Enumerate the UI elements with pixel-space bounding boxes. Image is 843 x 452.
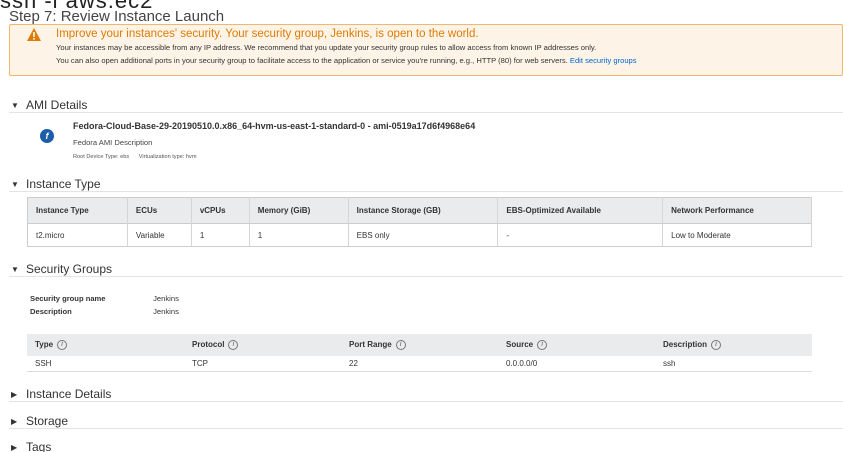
table-cell: ssh [655, 356, 812, 372]
table-cell: - [497, 223, 664, 247]
table-cell: 0.0.0.0/0 [498, 356, 655, 372]
fedora-logo-icon: f [40, 129, 54, 143]
table-cell: Variable [127, 223, 192, 247]
security-warning-box: Improve your instances' security. Your s… [9, 24, 843, 76]
column-header: ECUs [127, 197, 192, 224]
warning-line-2-text: You can also open additional ports in yo… [56, 56, 568, 65]
section-tags[interactable]: ▶ Tags [11, 440, 51, 452]
table-header-row: Type i Protocol i Port Range i Source i Desc… [27, 334, 812, 356]
expand-triangle-icon: ▶ [11, 442, 18, 452]
section-divider [9, 401, 843, 402]
ami-root-device: Root Device Type: ebs [73, 154, 130, 160]
security-group-description-value: Jenkins [153, 307, 179, 316]
table-cell: 22 [341, 356, 498, 372]
security-group-name-row: Security group name Jenkins [30, 294, 179, 303]
info-icon[interactable]: i [395, 340, 406, 350]
column-header: Network Performance [662, 197, 812, 224]
security-group-description-row: Description Jenkins [30, 307, 179, 316]
section-divider [9, 191, 843, 192]
expand-triangle-icon: ▶ [11, 416, 18, 426]
section-divider [9, 112, 843, 113]
section-instance-type-label: Instance Type [26, 177, 101, 191]
table-row: SSH TCP 22 0.0.0.0/0 ssh [27, 356, 812, 372]
table-header-row: Instance Type ECUs vCPUs Memory (GiB) In… [27, 197, 812, 224]
column-header: Description i [655, 334, 812, 356]
collapse-triangle-icon: ▼ [11, 179, 19, 189]
edit-security-groups-link[interactable]: Edit security groups [570, 56, 637, 65]
ami-name: Fedora-Cloud-Base-29-20190510.0.x86_64-h… [73, 121, 476, 131]
table-cell: Low to Moderate [662, 223, 812, 247]
column-header: Port Range i [341, 334, 498, 356]
table-cell: 1 [191, 223, 250, 247]
section-instance-details-label: Instance Details [26, 387, 112, 401]
section-instance-details[interactable]: ▶ Instance Details [11, 387, 111, 401]
info-icon[interactable]: i [711, 340, 722, 350]
column-header: vCPUs [191, 197, 250, 224]
table-cell: TCP [184, 356, 341, 372]
info-icon[interactable]: i [57, 340, 68, 350]
section-storage-label: Storage [26, 414, 69, 428]
security-group-name-value: Jenkins [153, 294, 179, 303]
info-icon[interactable]: i [228, 340, 239, 350]
ami-description: Fedora AMI Description [73, 138, 153, 147]
section-divider [9, 276, 843, 277]
section-divider [9, 428, 843, 429]
warning-title: Improve your instances' security. Your s… [56, 28, 479, 40]
column-header: Type i [27, 334, 184, 356]
ami-virtualization: Virtualization type: hvm [138, 154, 197, 160]
column-header: Instance Storage (GB) [348, 197, 499, 224]
instance-type-table: Instance Type ECUs vCPUs Memory (GiB) In… [27, 197, 812, 247]
column-header: Protocol i [184, 334, 341, 356]
column-header: Memory (GiB) [249, 197, 349, 224]
expand-triangle-icon: ▶ [11, 389, 18, 399]
section-security-groups[interactable]: ▼ Security Groups [11, 262, 112, 276]
table-row: t2.micro Variable 1 1 EBS only - Low to … [27, 223, 812, 247]
table-cell: EBS only [348, 223, 499, 247]
section-tags-label: Tags [26, 440, 52, 452]
page-title: Step 7: Review Instance Launch [9, 8, 225, 25]
section-ami-details-label: AMI Details [26, 98, 88, 112]
ami-meta: Root Device Type: ebs Virtualization typ… [73, 154, 204, 160]
column-header: Source i [498, 334, 655, 356]
section-security-groups-label: Security Groups [26, 262, 113, 276]
table-cell: t2.micro [27, 223, 128, 247]
section-instance-type[interactable]: ▼ Instance Type [11, 177, 101, 191]
column-header: EBS-Optimized Available [497, 197, 664, 224]
warning-icon [27, 28, 41, 41]
table-cell: 1 [249, 223, 349, 247]
security-group-name-label: Security group name [30, 294, 106, 303]
security-rules-table: Type i Protocol i Port Range i Source i Desc… [27, 334, 812, 372]
section-storage[interactable]: ▶ Storage [11, 414, 68, 428]
column-header: Instance Type [27, 197, 128, 224]
collapse-triangle-icon: ▼ [11, 100, 19, 110]
table-cell: SSH [27, 356, 184, 372]
collapse-triangle-icon: ▼ [11, 264, 19, 274]
section-ami-details[interactable]: ▼ AMI Details [11, 98, 87, 112]
info-icon[interactable]: i [537, 340, 548, 350]
warning-line-2: You can also open additional ports in yo… [56, 56, 637, 65]
warning-line-1: Your instances may be accessible from an… [56, 43, 597, 52]
security-group-description-label: Description [30, 307, 72, 316]
